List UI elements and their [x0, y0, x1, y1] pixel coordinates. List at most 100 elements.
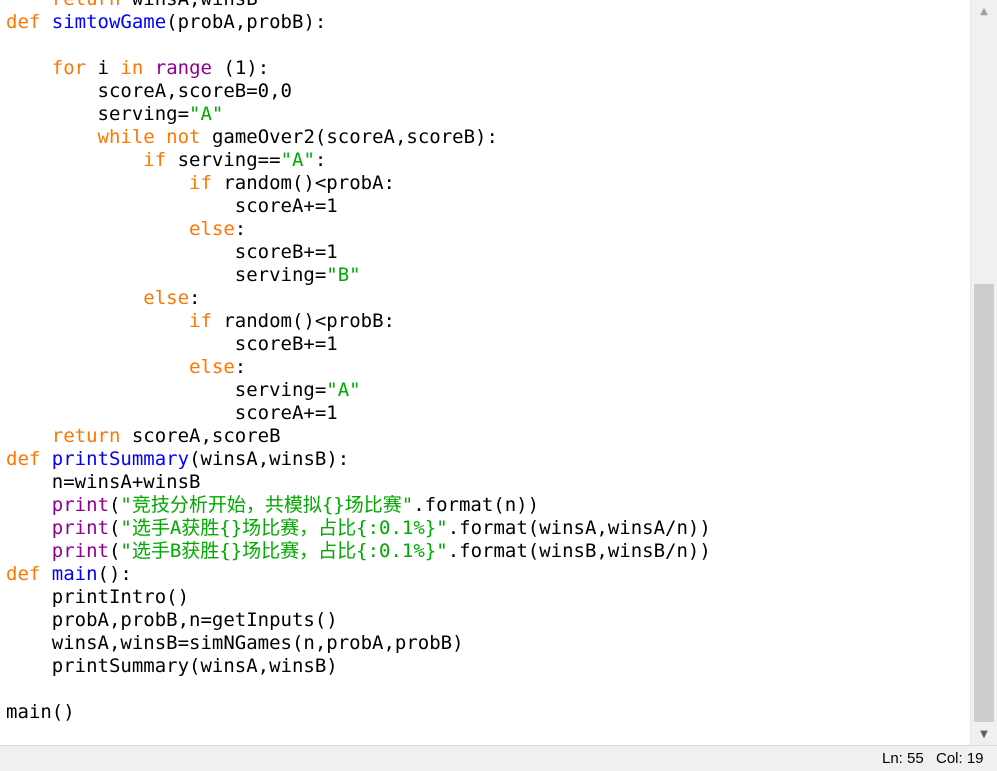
- code-line: print("选手A获胜{}场比赛，占比{:0.1%}".format(wins…: [6, 517, 711, 540]
- code-token-plain: printSummary(winsA,winsB): [6, 655, 338, 677]
- code-line: serving="A": [6, 103, 711, 126]
- code-token-plain: (: [108, 517, 121, 539]
- code-token-def: simtowGame: [51, 11, 167, 33]
- code-token-plain: serving==: [166, 149, 281, 171]
- code-token-plain: .format(winsB,winsB/n)): [447, 540, 711, 562]
- code-token-plain: (winsA,winsB):: [189, 448, 350, 470]
- code-token-plain: scoreA+=1: [6, 195, 338, 217]
- code-line: else:: [6, 218, 711, 241]
- code-line: scoreA+=1: [6, 195, 711, 218]
- status-column-number: Col: 19: [936, 750, 984, 767]
- code-line: probA,probB,n=getInputs(): [6, 609, 711, 632]
- code-token-str: "选手B获胜{}场比赛，占比{:0.1%}": [120, 540, 448, 562]
- code-token-plain: serving=: [6, 264, 327, 286]
- code-token-plain: i: [86, 57, 121, 79]
- code-token-plain: .format(winsA,winsA/n)): [447, 517, 711, 539]
- code-line: winsA,winsB=simNGames(n,probA,probB): [6, 632, 711, 655]
- code-line: while not gameOver2(scoreA,scoreB):: [6, 126, 711, 149]
- code-token-builtin: range: [154, 57, 212, 79]
- vertical-scrollbar[interactable]: ▲ ▼: [970, 0, 997, 745]
- code-token-plain: winsA,winsB: [120, 0, 258, 10]
- code-line: serving="A": [6, 379, 711, 402]
- code-token-plain: (: [108, 494, 121, 516]
- code-token-str: "A": [326, 379, 361, 401]
- code-line: if random()<probB:: [6, 310, 711, 333]
- scroll-up-arrow-icon[interactable]: ▲: [971, 0, 997, 22]
- code-token-plain: (probA,probB):: [166, 11, 327, 33]
- code-line: scoreA,scoreB=0,0: [6, 80, 711, 103]
- code-token-kw: return: [52, 0, 121, 10]
- code-line: else:: [6, 287, 711, 310]
- code-line: n=winsA+winsB: [6, 471, 711, 494]
- code-token-kw: else: [189, 218, 235, 240]
- code-token-kw: return: [51, 425, 121, 447]
- code-token-builtin: print: [51, 540, 109, 562]
- code-token-plain: serving=: [6, 103, 190, 125]
- code-line: def main():: [6, 563, 711, 586]
- code-token-kw: def: [6, 448, 41, 470]
- code-line: printIntro(): [6, 586, 711, 609]
- code-lines: return winsA,winsBdef simtowGame(probA,p…: [6, 0, 711, 724]
- code-token-plain: probA,probB,n=getInputs(): [6, 609, 338, 631]
- code-line: serving="B": [6, 264, 711, 287]
- code-token-plain: :: [234, 356, 247, 378]
- code-line: if serving=="A":: [6, 149, 711, 172]
- code-line: scoreA+=1: [6, 402, 711, 425]
- code-token-str: "A": [280, 149, 315, 171]
- code-token-plain: scoreA,scoreB: [120, 425, 281, 447]
- code-token-str: "竞技分析开始，共模拟{}场比赛": [120, 494, 414, 516]
- scrollbar-thumb[interactable]: [974, 284, 994, 722]
- code-token-plain: (: [108, 540, 121, 562]
- code-token-plain: scoreA+=1: [6, 402, 338, 424]
- code-line: printSummary(winsA,winsB): [6, 655, 711, 678]
- code-token-kw: if: [189, 310, 212, 332]
- code-token-plain: random()<probB:: [211, 310, 395, 332]
- code-token-plain: .format(n)): [413, 494, 540, 516]
- code-token-kw: def: [6, 11, 41, 33]
- scroll-down-arrow-icon[interactable]: ▼: [971, 723, 997, 745]
- code-line: return winsA,winsB: [6, 0, 711, 11]
- code-token-kw: not: [166, 126, 201, 148]
- code-line: print("选手B获胜{}场比赛，占比{:0.1%}".format(wins…: [6, 540, 711, 563]
- code-token-plain: winsA,winsB=simNGames(n,probA,probB): [6, 632, 464, 654]
- code-token-plain: :: [189, 287, 201, 309]
- code-token-plain: serving=: [6, 379, 327, 401]
- code-line: if random()<probA:: [6, 172, 711, 195]
- code-token-kw: for: [51, 57, 87, 79]
- status-line-number: Ln: 55: [882, 750, 924, 767]
- code-token-plain: gameOver2(scoreA,scoreB):: [200, 126, 498, 148]
- code-token-str: "选手A获胜{}场比赛，占比{:0.1%}": [120, 517, 448, 539]
- code-token-plain: scoreB+=1: [6, 333, 338, 355]
- code-token-kw: if: [189, 172, 212, 194]
- code-token-plain: :: [234, 218, 247, 240]
- code-token-plain: (1):: [211, 57, 270, 79]
- code-token-plain: main(): [6, 701, 75, 723]
- code-line: for i in range (1):: [6, 57, 711, 80]
- code-line: print("竞技分析开始，共模拟{}场比赛".format(n)): [6, 494, 711, 517]
- status-bar: Ln: 55 Col: 19: [0, 745, 997, 771]
- code-token-builtin: print: [51, 494, 109, 516]
- code-editor[interactable]: return winsA,winsBdef simtowGame(probA,p…: [0, 0, 970, 745]
- code-token-plain: scoreB+=1: [6, 241, 338, 263]
- code-line: else:: [6, 356, 711, 379]
- code-token-str: "A": [189, 103, 224, 125]
- code-token-plain: n=winsA+winsB: [6, 471, 201, 493]
- code-token-plain: :: [314, 149, 327, 171]
